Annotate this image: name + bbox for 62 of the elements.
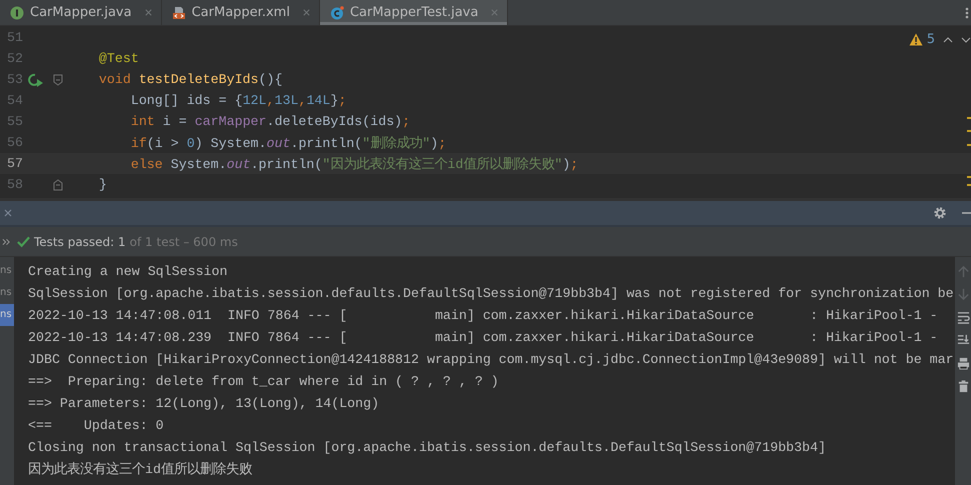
console-line: 因为此表没有这三个id值所以删除失败 (28, 460, 253, 479)
console-line: ==> Preparing: delete from t_car where id in ( ? , ? , ? ) (28, 373, 500, 391)
test-tree-item[interactable]: ns (0, 304, 14, 326)
test-summary: of 1 test – 600 ms (130, 234, 238, 248)
warning-marker[interactable] (967, 117, 971, 119)
chevron-up-icon[interactable] (943, 36, 953, 42)
console-line: JDBC Connection [HikariProxyConnection@1424188812 wrapping com.mysql.cj.jdbc.ConnectionImpl@43e9089] will not be mar (28, 351, 955, 369)
file-tab[interactable]: CarMapper.java (0, 0, 162, 25)
line-number: 56 (6, 135, 23, 150)
console-line: Closing non transactional SqlSession [org.apache.ibatis.session.defaults.DefaultSqlSession@719bb3b4] (28, 439, 827, 457)
interface-icon (10, 6, 24, 20)
close-icon[interactable] (144, 8, 153, 17)
code-line: } (98, 177, 107, 192)
run-test-icon[interactable] (28, 72, 44, 86)
code-line: Long[] ids = {12L,13L,14L}; (130, 93, 346, 108)
tests-passed-label: Tests passed: 1 (34, 234, 126, 248)
line-number: 51 (6, 30, 23, 45)
console-line: 2022-10-13 14:47:08.239 INFO 7864 --- [ main] com.zaxxer.hikari.HikariDataSource : HikariPool-1 - (28, 329, 939, 347)
warning-icon[interactable] (908, 33, 923, 46)
line-number: 57 (6, 156, 23, 171)
test-tree-item[interactable]: ns (0, 282, 14, 304)
arrow-up-icon[interactable] (956, 265, 970, 278)
warning-marker[interactable] (967, 130, 971, 132)
expand-icon[interactable] (2, 238, 11, 246)
soft-wrap-icon[interactable] (956, 311, 970, 324)
close-icon[interactable] (302, 8, 311, 17)
console-line: SqlSession [org.apache.ibatis.session.defaults.DefaultSqlSession@719bb3b4] was not registered for synchronization be (28, 285, 955, 303)
warning-marker[interactable] (967, 144, 971, 146)
fold-icon[interactable] (52, 74, 62, 86)
line-number: 58 (6, 177, 23, 192)
class-icon (330, 6, 344, 20)
file-tab[interactable]: CarMapperTest.java (320, 0, 508, 25)
chevron-down-icon[interactable] (961, 36, 971, 42)
check-icon (17, 236, 30, 248)
code-line: void testDeleteByIds(){ (98, 72, 282, 87)
console-line: Creating a new SqlSession (28, 263, 228, 281)
print-icon[interactable] (956, 357, 970, 370)
arrow-down-icon[interactable] (956, 288, 970, 301)
warning-count: 5 (926, 32, 935, 47)
trash-icon[interactable] (956, 380, 970, 393)
line-number: 54 (6, 93, 23, 108)
file-tab[interactable]: CarMapper.xml (162, 0, 320, 25)
warning-marker[interactable] (967, 176, 971, 178)
fold-icon[interactable] (52, 178, 62, 190)
test-tree-item[interactable]: ns (0, 260, 14, 282)
code-line: @Test (98, 51, 139, 66)
code-line: if(i > 0) System.out.println("删除成功"); (130, 134, 446, 152)
console-line: 2022-10-13 14:47:08.011 INFO 7864 --- [ main] com.zaxxer.hikari.HikariDataSource : HikariPool-1 - (28, 307, 939, 325)
line-number: 55 (6, 114, 23, 129)
line-number: 53 (6, 72, 23, 87)
warning-marker[interactable] (967, 184, 971, 186)
settings-icon[interactable] (933, 206, 947, 220)
console-line: ==> Parameters: 12(Long), 13(Long), 14(Long) (28, 395, 380, 413)
more-icon[interactable] (965, 6, 969, 20)
code-line: int i = carMapper.deleteByIds(ids); (130, 114, 410, 129)
code-line: else System.out.println("因为此表没有这三个id值所以删除失败"); (130, 156, 578, 172)
scroll-to-end-icon[interactable] (956, 334, 970, 347)
console-line: <== Updates: 0 (28, 417, 165, 435)
close-icon[interactable] (3, 208, 13, 218)
xml-file-icon (172, 6, 186, 20)
line-number: 52 (6, 51, 23, 66)
close-icon[interactable] (490, 8, 500, 17)
